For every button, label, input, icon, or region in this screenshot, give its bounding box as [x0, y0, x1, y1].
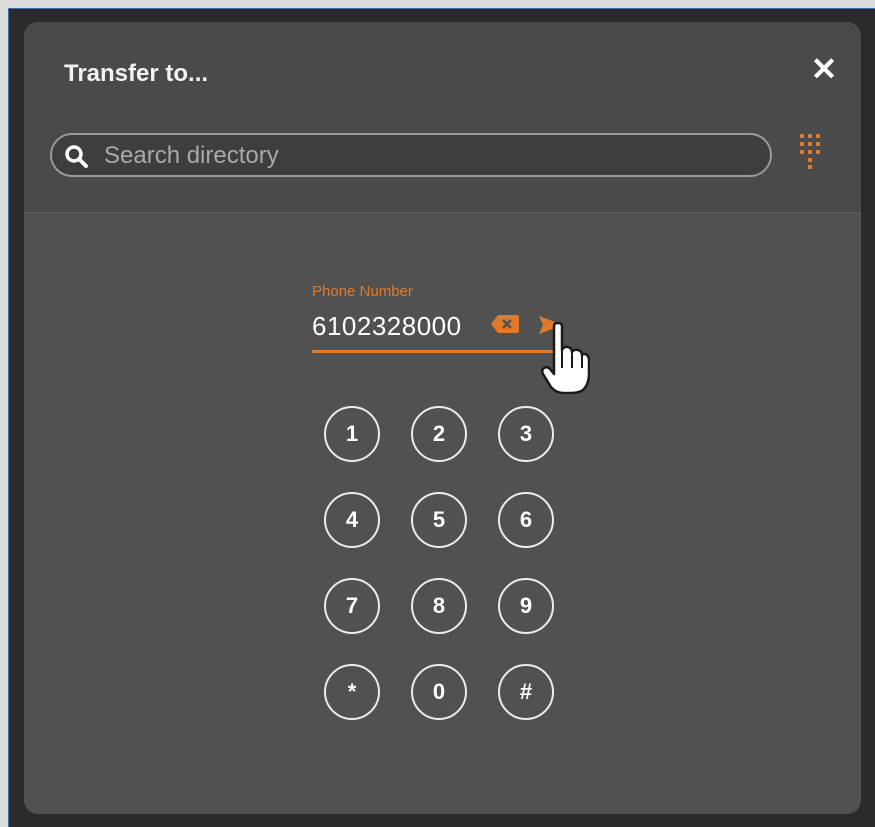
key-9[interactable]: 9 [498, 578, 554, 634]
key-8[interactable]: 8 [411, 578, 467, 634]
transfer-dialog: Transfer to... ✕ Phone Number 6102328000 [24, 22, 861, 814]
phone-number-underline [312, 350, 564, 353]
key-6[interactable]: 6 [498, 492, 554, 548]
dial-keypad: 1 2 3 4 5 6 7 8 9 * 0 # [324, 406, 562, 736]
keypad-icon[interactable] [798, 132, 822, 172]
key-1[interactable]: 1 [324, 406, 380, 462]
key-7[interactable]: 7 [324, 578, 380, 634]
key-5[interactable]: 5 [411, 492, 467, 548]
phone-number-label: Phone Number [312, 283, 413, 300]
close-icon[interactable]: ✕ [809, 53, 839, 85]
search-input[interactable] [102, 139, 746, 173]
key-star[interactable]: * [324, 664, 380, 720]
backspace-icon[interactable] [490, 313, 520, 335]
search-bar[interactable] [50, 133, 772, 177]
dialog-header: Transfer to... ✕ [24, 22, 861, 213]
key-3[interactable]: 3 [498, 406, 554, 462]
hand-cursor-icon [540, 322, 590, 394]
key-0[interactable]: 0 [411, 664, 467, 720]
dialog-title: Transfer to... [64, 60, 209, 87]
key-2[interactable]: 2 [411, 406, 467, 462]
key-hash[interactable]: # [498, 664, 554, 720]
phone-number-field[interactable]: 6102328000 [312, 311, 462, 342]
key-4[interactable]: 4 [324, 492, 380, 548]
search-icon [65, 145, 88, 168]
